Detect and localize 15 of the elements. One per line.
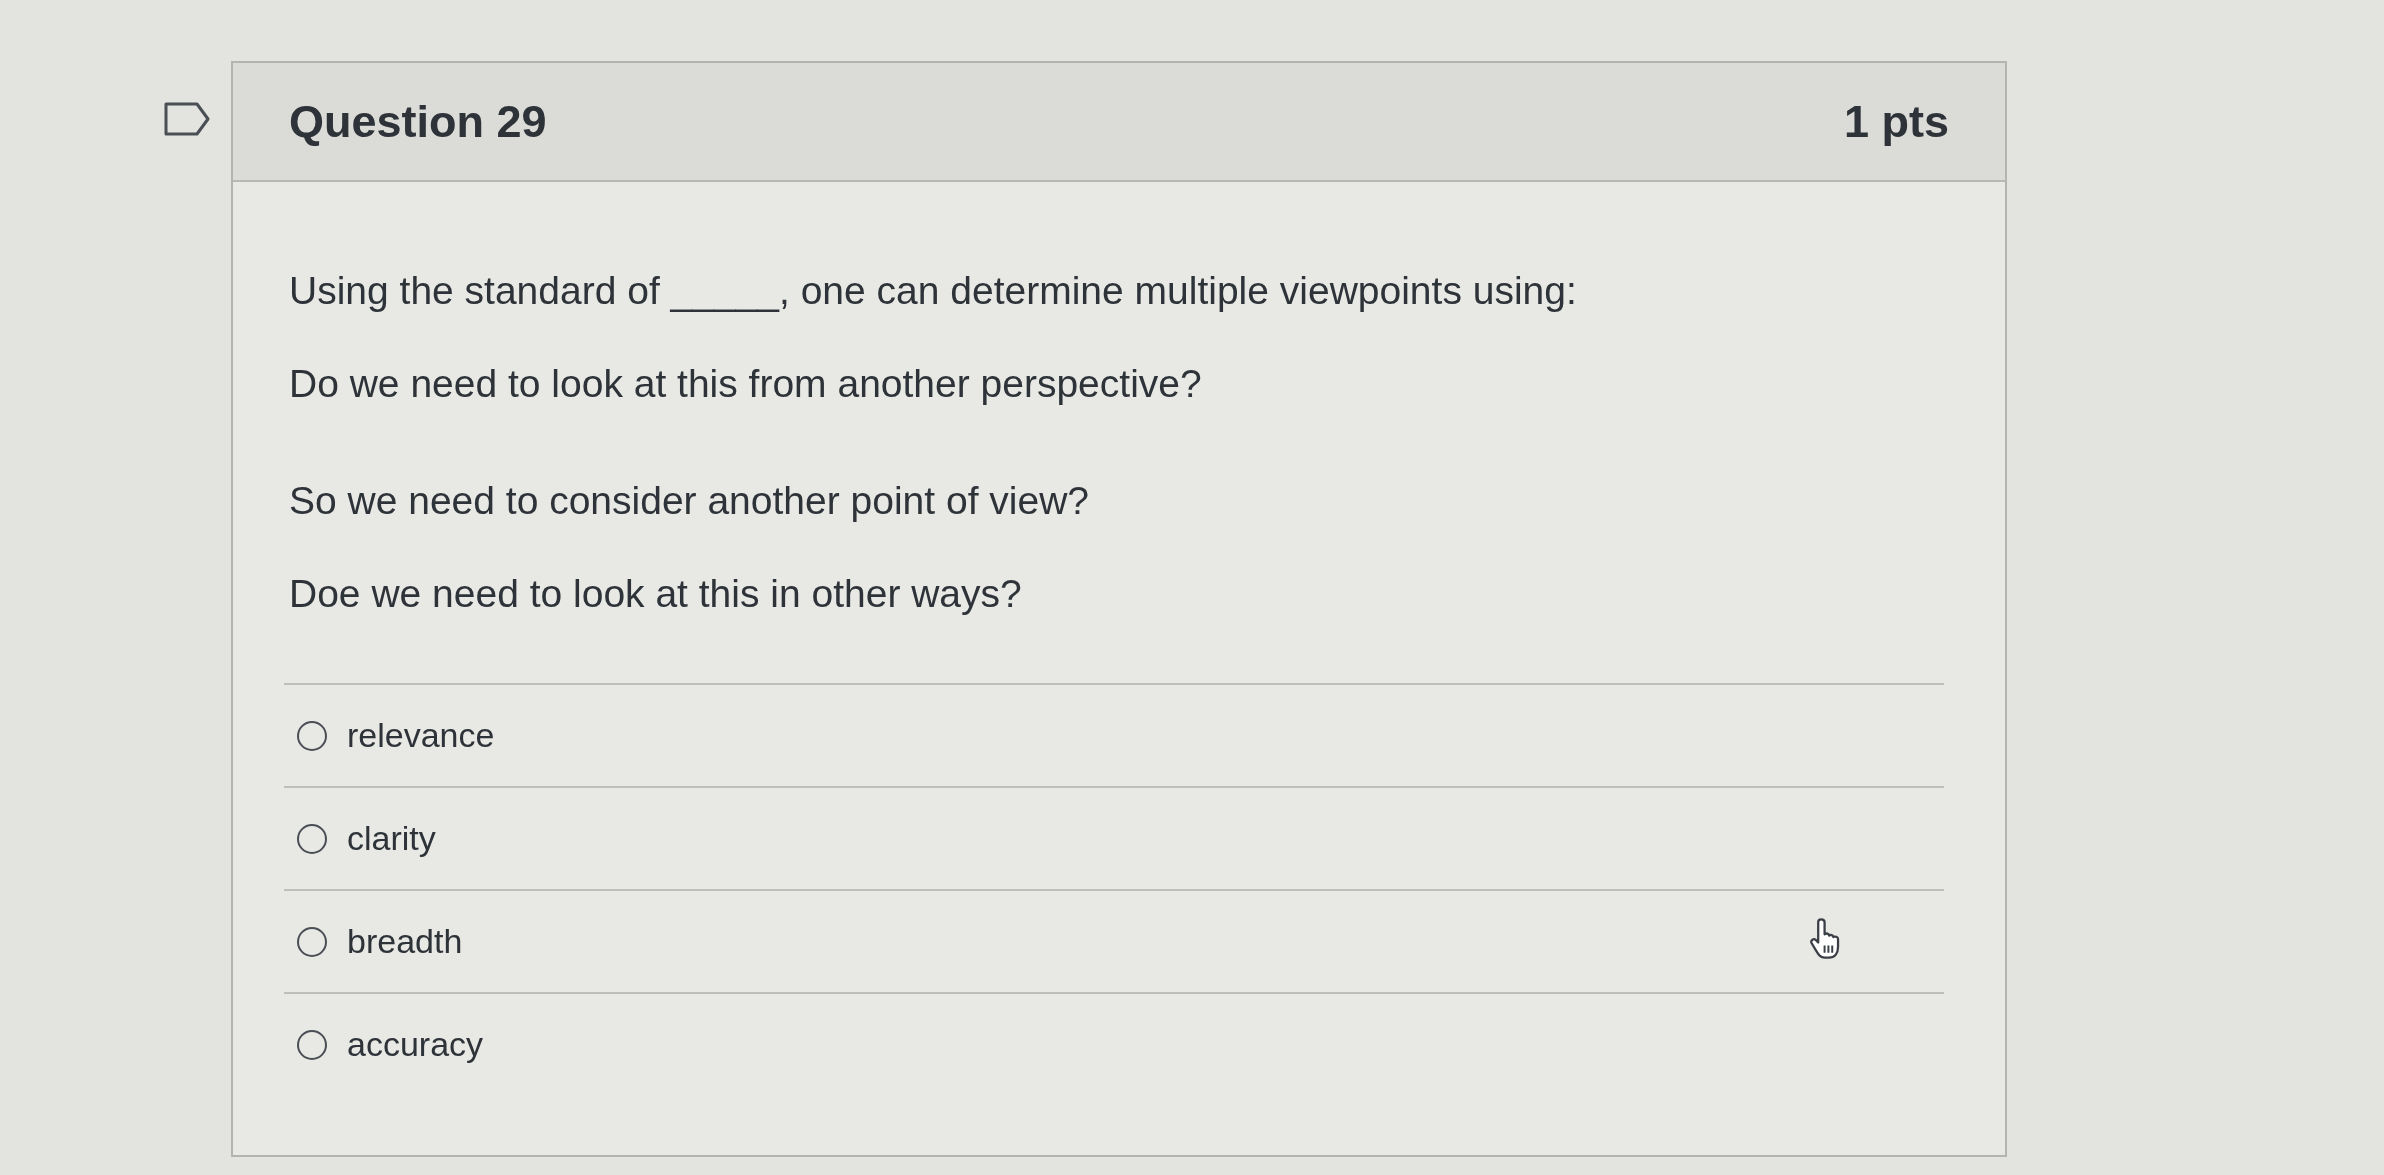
question-text: So we need to consider another point of view? [289,478,1089,524]
answer-label: relevance [347,716,495,755]
question-text: Do we need to look at this from another perspective? [289,361,1202,407]
radio-button[interactable] [297,823,327,854]
question-text: Doe we need to look at this in other ways? [289,571,1022,617]
radio-button[interactable] [297,926,327,957]
question-title: Question 29 [289,95,547,148]
points-label: 1 pts [1843,95,1949,148]
flag-icon[interactable] [164,102,210,136]
question-text: Using the standard of _____, one can determine multiple viewpoints using: [289,268,1577,314]
answer-label: accuracy [347,1025,484,1064]
answer-label: breadth [347,922,463,961]
radio-button[interactable] [297,720,327,751]
radio-button[interactable] [297,1029,327,1060]
answer-label: clarity [347,819,436,858]
